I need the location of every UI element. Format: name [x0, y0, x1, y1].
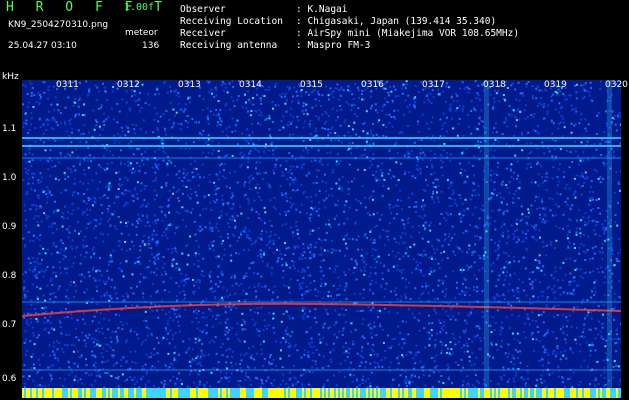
x-tick-label: 0319	[544, 80, 567, 90]
meta-location-label: Receiving Location	[180, 16, 283, 27]
vertical-streak	[484, 80, 489, 398]
x-tick-label: 0312	[117, 80, 140, 90]
count-label: 136	[142, 41, 160, 51]
x-tick-label: 0313	[178, 80, 201, 90]
x-tick-label: 0311	[56, 80, 79, 90]
mode-label: meteor	[125, 28, 158, 38]
x-tick-label: 0318	[483, 80, 506, 90]
timestamp-label: 25.04.27 03:10	[8, 41, 77, 51]
spectrogram-plot	[22, 80, 621, 398]
y-tick-label: 0.6	[2, 374, 17, 384]
meta-observer-value: : K.Nagai	[296, 4, 348, 15]
meta-location: Receiving Location : Chigasaki, Japan (13…	[180, 16, 496, 27]
bottom-strip	[22, 388, 621, 398]
y-tick-label: 0.9	[2, 222, 17, 232]
spectrogram-canvas	[22, 80, 621, 398]
x-tick-label: 0316	[361, 80, 384, 90]
x-tick-label: 0317	[422, 80, 445, 90]
x-tick-label: 0315	[300, 80, 323, 90]
meta-receiver-value: : AirSpy mini (Miakejima VOR 108.65MHz)	[296, 28, 520, 39]
y-tick-label: 1.1	[2, 124, 17, 134]
meta-observer-label: Observer	[180, 4, 226, 15]
meta-antenna-label: Receiving antenna	[180, 40, 278, 51]
y-axis-unit: kHz	[2, 72, 19, 82]
y-tick-label: 1.0	[2, 173, 17, 183]
meta-receiver-label: Receiver	[180, 28, 226, 39]
meta-antenna-value: : Maspro FM-3	[296, 40, 371, 51]
version-label: 1.00f	[124, 2, 155, 13]
noise-layer	[22, 80, 621, 398]
meta-observer: Observer : K.Nagai	[180, 4, 347, 15]
y-tick-label: 0.8	[2, 271, 17, 281]
filename-label: KN9_2504270310.png	[8, 20, 109, 30]
x-tick-label: 0314	[239, 80, 262, 90]
y-tick-label: 0.7	[2, 320, 17, 330]
meta-location-value: : Chigasaki, Japan (139.414 35.340)	[296, 16, 497, 27]
meta-receiver: Receiver : AirSpy mini (Miakejima VOR 108…	[180, 28, 519, 39]
vertical-streak	[607, 80, 612, 398]
meta-antenna: Receiving antenna : Maspro FM-3	[180, 40, 370, 51]
x-tick-label: 0320	[605, 80, 628, 90]
header-panel: H R O F F T 1.00f KN9_2504270310.png met…	[0, 0, 629, 74]
signal-trace	[22, 302, 621, 317]
